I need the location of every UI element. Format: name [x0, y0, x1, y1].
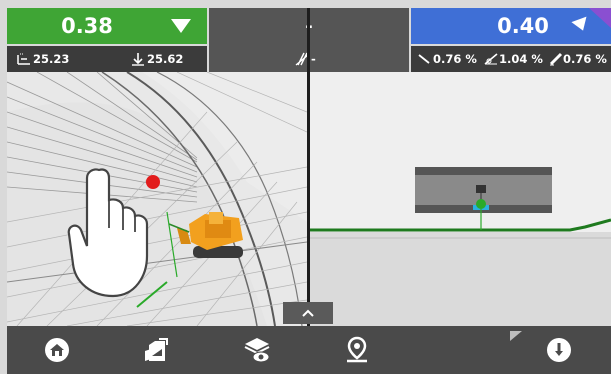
right-elevation-display: 0.40 [411, 8, 611, 44]
status-bar: 0.38 25.23 25.62 - 0.40 0.76 % 1.04 % 0.… [0, 8, 611, 72]
left-measure-value: 25.62 [147, 52, 184, 66]
alert-icon [547, 338, 571, 362]
left-elevation-display: 0.38 [7, 8, 207, 44]
left-elevation-panel[interactable]: 0.38 25.23 25.62 [7, 8, 207, 72]
design-file-icon [145, 338, 168, 361]
slope-cross-value: 1.04 % [499, 52, 543, 66]
chevron-up-icon [302, 309, 314, 317]
location-button[interactable] [339, 332, 375, 368]
left-elevation-value: 0.38 [61, 14, 113, 38]
cross-section-view[interactable] [310, 72, 611, 326]
3d-view[interactable] [7, 72, 307, 326]
down-arrow-icon [171, 19, 191, 33]
slope-blade-icon [549, 52, 563, 69]
cross-section-canvas [310, 72, 611, 326]
expand-toolbar-button[interactable] [283, 302, 333, 324]
left-target-value: 25.23 [33, 52, 70, 66]
slope-blade-value: 0.76 % [563, 52, 607, 66]
left-measure-icon [131, 52, 145, 69]
home-button[interactable] [39, 332, 75, 368]
middle-sub-value: - [311, 52, 316, 66]
down-arrow-icon [571, 16, 591, 34]
3d-terrain-canvas [7, 72, 307, 326]
corner-indicator [510, 326, 522, 345]
right-slope-sub: 0.76 % 1.04 % 0.76 % [411, 46, 611, 72]
corner-flag-icon [589, 8, 611, 33]
view-settings-icon [244, 338, 270, 363]
left-elevation-sub: 25.23 25.62 [7, 46, 207, 72]
location-pin-icon [347, 336, 367, 363]
slope-cross-icon [484, 52, 498, 69]
machine-control-screen: 0.38 25.23 25.62 - 0.40 0.76 % 1.04 % 0.… [0, 0, 611, 374]
right-elevation-value: 0.40 [497, 14, 549, 38]
home-icon [45, 338, 69, 362]
design-file-button[interactable] [139, 332, 175, 368]
alert-button[interactable] [541, 332, 577, 368]
left-target-icon [17, 53, 31, 68]
bottom-toolbar [7, 326, 611, 374]
slope-down-icon [418, 53, 430, 68]
view-settings-button[interactable] [239, 332, 275, 368]
slope-main-value: 0.76 % [433, 52, 477, 66]
right-elevation-panel[interactable]: 0.40 0.76 % 1.04 % 0.76 % [411, 8, 611, 72]
